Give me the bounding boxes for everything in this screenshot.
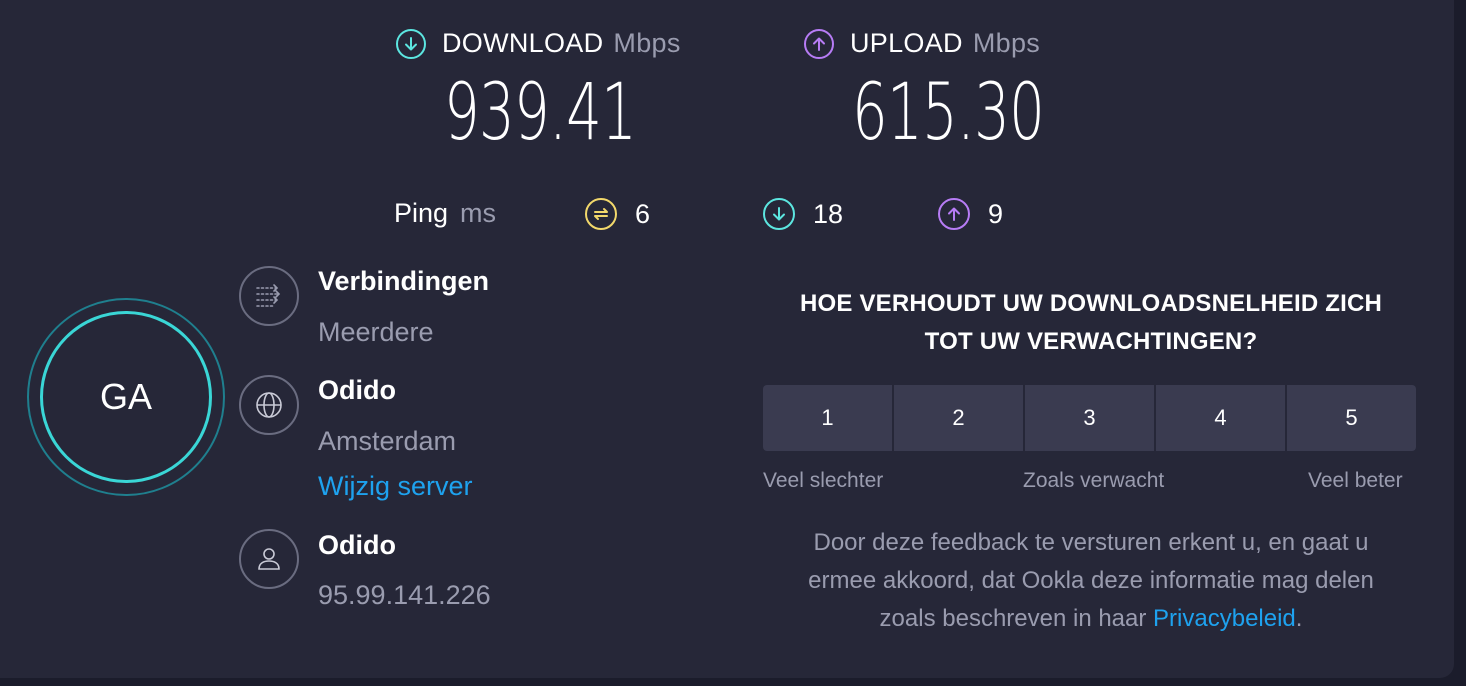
ping-label: Ping	[394, 198, 449, 228]
connections-icon	[239, 266, 299, 326]
arrow-down-circle-icon	[396, 28, 426, 59]
provider-title: Odido	[318, 530, 396, 560]
rating-button-4[interactable]: 4	[1156, 385, 1285, 451]
rating-button-2[interactable]: 2	[894, 385, 1023, 451]
upload-label: UPLOAD	[850, 28, 963, 58]
server-location: Amsterdam	[318, 426, 457, 456]
rating-button-1[interactable]: 1	[763, 385, 892, 451]
rating-label-low: Veel slechter	[763, 469, 884, 492]
rating-button-3[interactable]: 3	[1025, 385, 1154, 451]
results-panel: DOWNLOAD Mbps 939.41 UPLOAD Mbps 615.30 …	[0, 0, 1454, 678]
provider-ip: 95.99.141.226	[318, 580, 491, 610]
change-server-link[interactable]: Wijzig server	[318, 471, 473, 502]
rating-button-5[interactable]: 5	[1287, 385, 1416, 451]
disclaimer-line2: ermee akkoord, dat Ookla deze informatie…	[808, 567, 1374, 594]
upload-value: 615.30	[852, 68, 1045, 158]
ping-idle: 6	[585, 198, 650, 230]
ping-unit: ms	[460, 198, 497, 228]
arrow-up-circle-icon	[804, 28, 834, 59]
disclaimer-line1: Door deze feedback te versturen erkent u…	[813, 529, 1369, 556]
survey-disclaimer: Door deze feedback te versturen erkent u…	[736, 524, 1446, 638]
download-unit: Mbps	[613, 28, 681, 58]
start-test-button[interactable]: GA	[40, 311, 212, 483]
disclaimer-line3-prefix: zoals beschreven in haar	[879, 605, 1154, 632]
survey-question: HOE VERHOUDT UW DOWNLOADSNELHEID ZICH TO…	[763, 285, 1419, 361]
disclaimer-line3-suffix: .	[1295, 605, 1303, 632]
arrow-down-circle-icon	[763, 198, 795, 230]
globe-icon	[239, 375, 299, 435]
ping-download: 18	[763, 198, 843, 230]
survey-question-line2: TOT UW VERWACHTINGEN?	[924, 328, 1258, 355]
rating-label-high: Veel beter	[1308, 469, 1403, 492]
upload-header: UPLOAD Mbps	[804, 28, 1040, 59]
arrow-up-circle-icon	[938, 198, 970, 230]
survey-question-line1: HOE VERHOUDT UW DOWNLOADSNELHEID ZICH	[799, 290, 1383, 317]
rating-scale: 1 2 3 4 5	[763, 385, 1416, 451]
user-icon	[239, 529, 299, 589]
server-title: Odido	[318, 375, 396, 405]
rating-label-mid: Zoals verwacht	[1023, 469, 1165, 492]
download-label: DOWNLOAD	[442, 28, 604, 58]
upload-unit: Mbps	[972, 28, 1041, 58]
download-header: DOWNLOAD Mbps	[396, 28, 681, 59]
ping-idle-value: 6	[635, 198, 651, 229]
start-test-label: GA	[99, 376, 152, 417]
ping-idle-icon	[585, 198, 617, 230]
ping-download-value: 18	[813, 198, 844, 229]
connections-title: Verbindingen	[318, 266, 490, 296]
privacy-policy-link[interactable]: Privacybeleid	[1153, 605, 1296, 632]
ping-upload: 9	[938, 198, 1003, 230]
connections-value: Meerdere	[318, 317, 434, 347]
ping-upload-value: 9	[988, 198, 1004, 229]
disclaimer-line3: zoals beschreven in haar Privacybeleid.	[736, 600, 1446, 638]
ping-label-group: Ping ms	[394, 198, 496, 229]
download-value: 939.41	[444, 68, 637, 158]
